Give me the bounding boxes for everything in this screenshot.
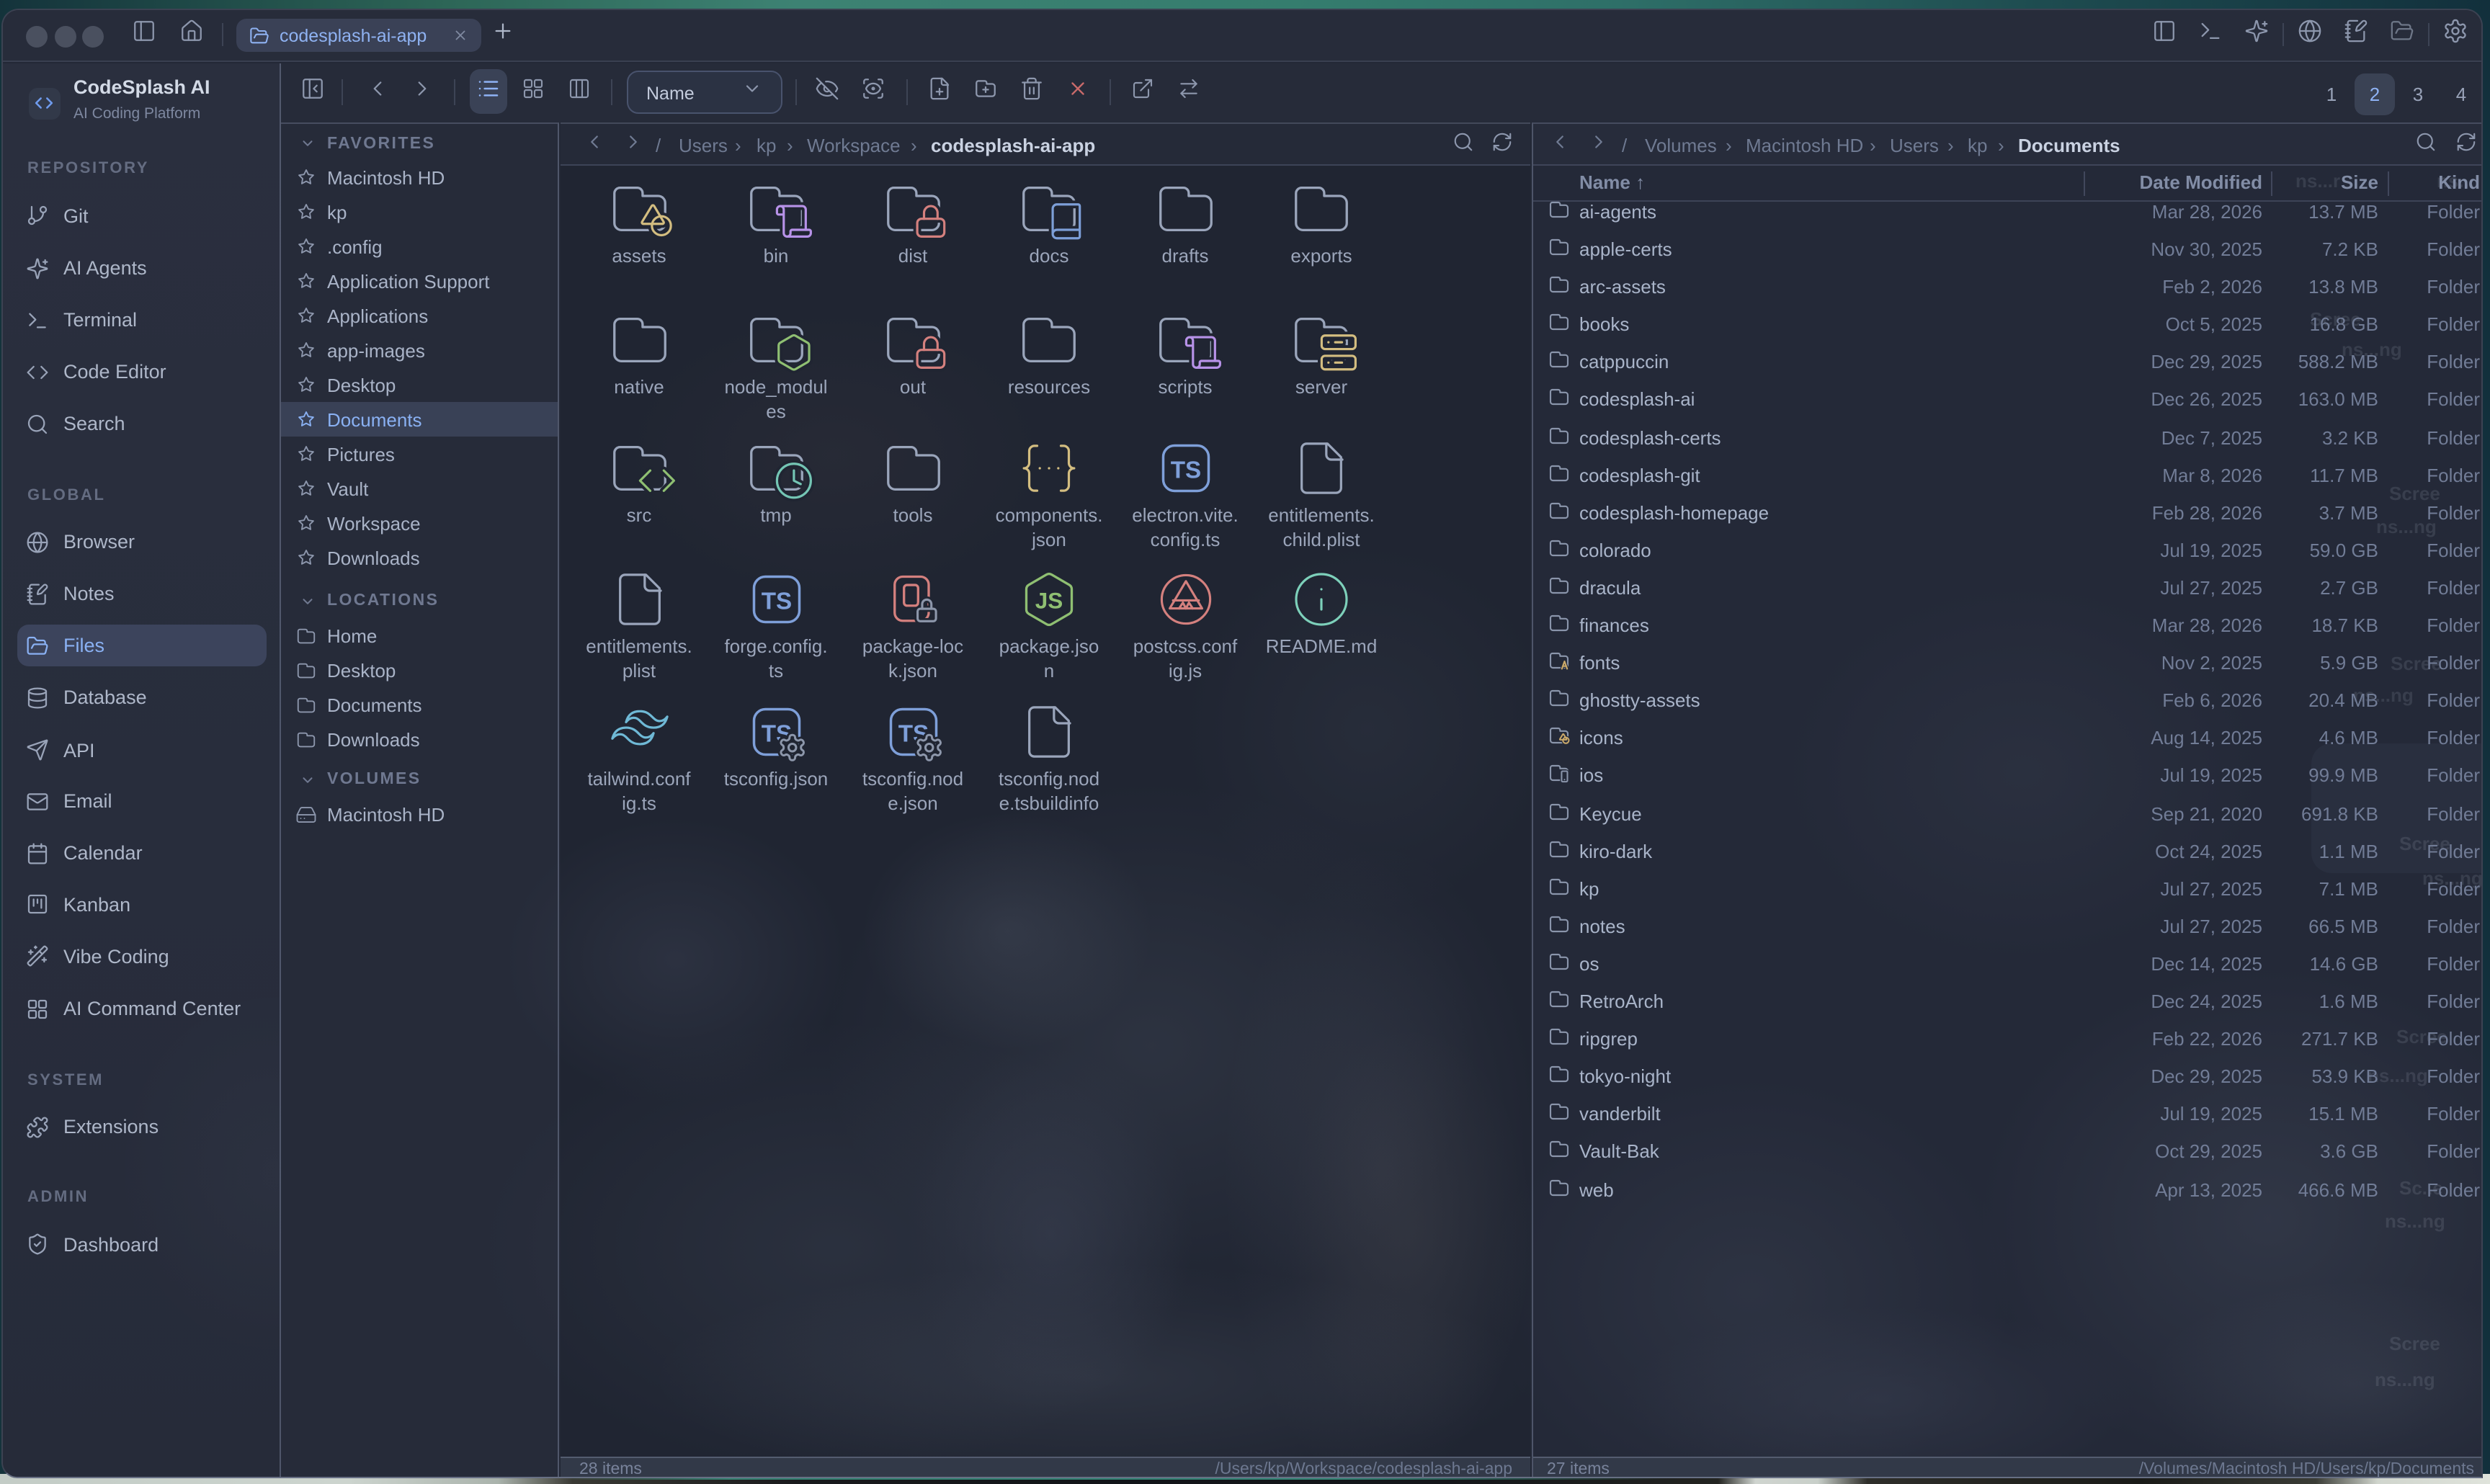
svg-text:JS: JS xyxy=(1035,588,1063,614)
svg-text:TS: TS xyxy=(761,588,792,614)
svg-text:TS: TS xyxy=(1170,457,1201,483)
